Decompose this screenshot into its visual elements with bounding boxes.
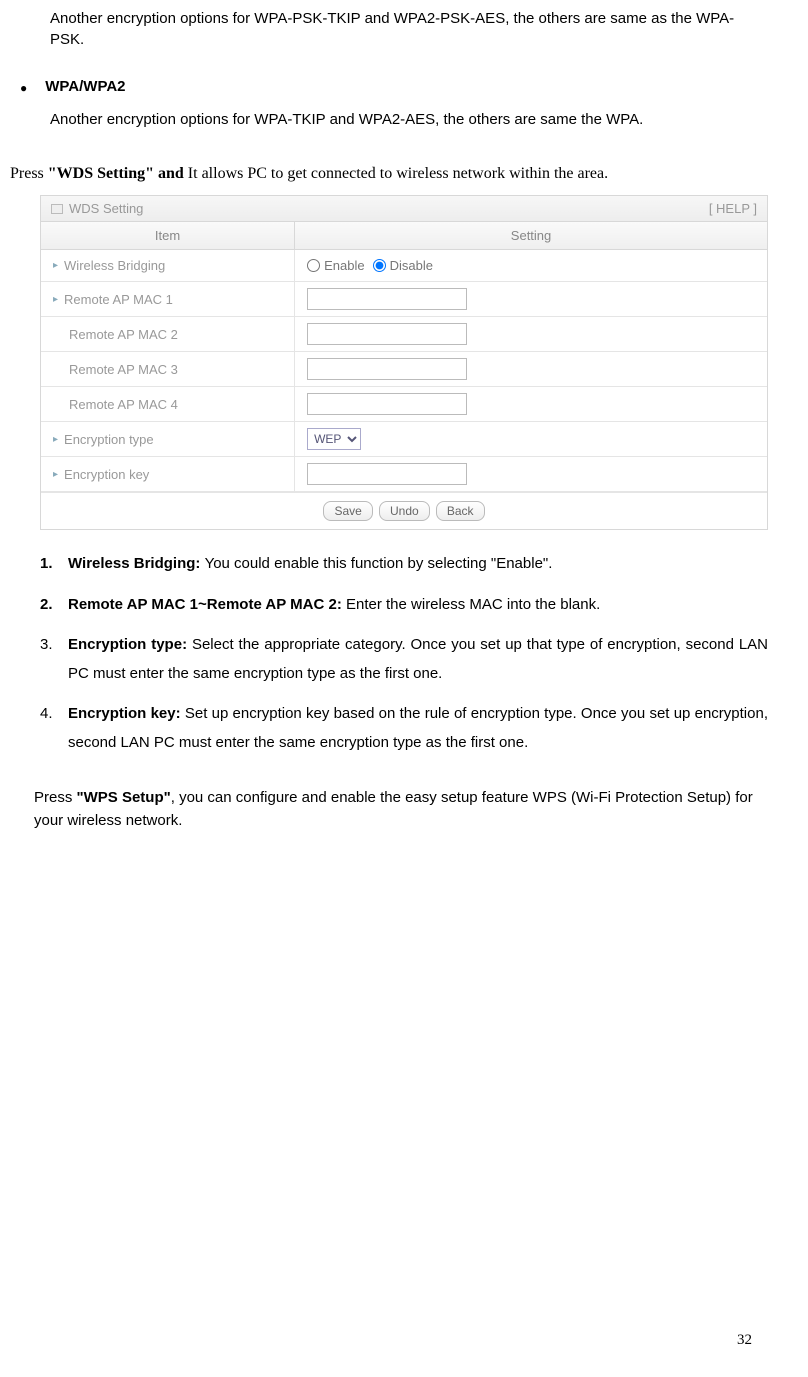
- row-remote-ap-mac-1: ▸ Remote AP MAC 1: [41, 282, 767, 317]
- press-wps-prefix: Press: [34, 789, 77, 806]
- wds-setting-panel: WDS Setting [ HELP ] Item Setting ▸ Wirel…: [40, 195, 768, 530]
- press-wps-paragraph: Press "WPS Setup", you can configure and…: [34, 787, 768, 832]
- enable-radio[interactable]: [307, 259, 320, 272]
- item-bold: Remote AP MAC 1~Remote AP MAC 2:: [68, 596, 346, 613]
- row-remote-ap-mac-4: Remote AP MAC 4: [41, 387, 767, 422]
- help-link[interactable]: [ HELP ]: [709, 201, 757, 216]
- row-remote-ap-mac-3: Remote AP MAC 3: [41, 352, 767, 387]
- list-item: 1. Wireless Bridging: You could enable t…: [40, 550, 768, 579]
- page-number: 32: [737, 1332, 752, 1349]
- encryption-type-select[interactable]: WEP: [307, 428, 361, 450]
- mac3-label: Remote AP MAC 3: [69, 362, 178, 377]
- item-bold: Encryption type:: [68, 636, 192, 653]
- mac3-input[interactable]: [307, 358, 467, 380]
- press-wds-prefix: Press: [10, 165, 48, 182]
- wpa-wpa2-heading: ● WPA/WPA2: [20, 78, 788, 95]
- wds-footer: Save Undo Back: [41, 492, 767, 529]
- bullet-icon: ●: [20, 81, 27, 95]
- press-wds-rest: It allows PC to get connected to wireles…: [188, 165, 608, 182]
- wds-column-header: Item Setting: [41, 222, 767, 250]
- item-text: You could enable this function by select…: [205, 555, 553, 572]
- press-wds-bold: "WDS Setting" and: [48, 165, 188, 182]
- mac1-label: Remote AP MAC 1: [64, 292, 173, 307]
- item-number: 2.: [40, 591, 68, 620]
- encryption-type-label: Encryption type: [64, 432, 154, 447]
- row-remote-ap-mac-2: Remote AP MAC 2: [41, 317, 767, 352]
- intro-paragraph: Another encryption options for WPA-PSK-T…: [50, 8, 768, 50]
- item-number: 1.: [40, 550, 68, 579]
- row-encryption-key: ▸ Encryption key: [41, 457, 767, 492]
- item-number: 3.: [40, 631, 68, 660]
- undo-button[interactable]: Undo: [379, 501, 430, 521]
- mac4-input[interactable]: [307, 393, 467, 415]
- disable-radio[interactable]: [373, 259, 386, 272]
- chevron-right-icon: ▸: [53, 260, 58, 271]
- back-button[interactable]: Back: [436, 501, 485, 521]
- mac1-input[interactable]: [307, 288, 467, 310]
- folder-icon: [51, 204, 63, 214]
- save-button[interactable]: Save: [323, 501, 372, 521]
- press-wds-line: Press "WDS Setting" and It allows PC to …: [10, 165, 788, 183]
- list-item: 3. Encryption type: Select the appropria…: [40, 631, 768, 688]
- mac2-label: Remote AP MAC 2: [69, 327, 178, 342]
- mac4-label: Remote AP MAC 4: [69, 397, 178, 412]
- encryption-key-label: Encryption key: [64, 467, 149, 482]
- press-wps-bold: "WPS Setup": [77, 789, 171, 806]
- wpa-wpa2-title: WPA/WPA2: [45, 78, 125, 95]
- wds-title: WDS Setting: [69, 201, 143, 216]
- item-bold: Encryption key:: [68, 705, 185, 722]
- chevron-right-icon: ▸: [53, 434, 58, 445]
- enable-label: Enable: [324, 258, 364, 273]
- col-item-header: Item: [41, 222, 295, 249]
- item-bold: Wireless Bridging:: [68, 555, 205, 572]
- row-wireless-bridging: ▸ Wireless Bridging Enable Disable: [41, 250, 767, 282]
- chevron-right-icon: ▸: [53, 469, 58, 480]
- list-item: 2. Remote AP MAC 1~Remote AP MAC 2: Ente…: [40, 591, 768, 620]
- wpa-wpa2-body: Another encryption options for WPA-TKIP …: [50, 105, 768, 135]
- disable-label: Disable: [390, 258, 433, 273]
- encryption-key-input[interactable]: [307, 463, 467, 485]
- mac2-input[interactable]: [307, 323, 467, 345]
- list-item: 4. Encryption key: Set up encryption key…: [40, 700, 768, 757]
- chevron-right-icon: ▸: [53, 294, 58, 305]
- wireless-bridging-label: Wireless Bridging: [64, 258, 165, 273]
- numbered-list: 1. Wireless Bridging: You could enable t…: [40, 550, 768, 757]
- item-text: Enter the wireless MAC into the blank.: [346, 596, 600, 613]
- col-setting-header: Setting: [295, 222, 767, 249]
- wds-panel-header: WDS Setting [ HELP ]: [41, 196, 767, 222]
- row-encryption-type: ▸ Encryption type WEP: [41, 422, 767, 457]
- item-number: 4.: [40, 700, 68, 729]
